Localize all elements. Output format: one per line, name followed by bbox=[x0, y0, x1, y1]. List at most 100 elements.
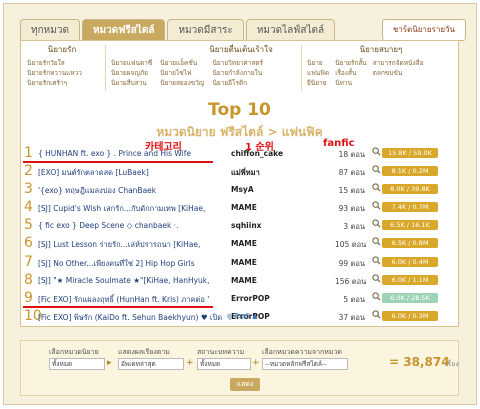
category-link[interactable]: สามารถจัดหนังสือ bbox=[373, 58, 424, 68]
list-item: 8 [SJ] "★ Miracle Soulmate ★"[KiHae, Han… bbox=[21, 271, 458, 289]
category-select[interactable]: ทั้งหมด bbox=[49, 358, 105, 370]
filter-label-category: เลือกหมวดนิยาย bbox=[49, 348, 99, 356]
category-link[interactable]: นิยายรักเศร้าๆ bbox=[27, 78, 97, 88]
magnifier-icon[interactable] bbox=[372, 274, 381, 283]
annotation-rank: 1 순위 bbox=[245, 142, 274, 153]
category-link[interactable]: นิยายแฟนตาซี bbox=[111, 58, 152, 68]
tab-freestyle[interactable]: หมวดฟรีสไตล์ bbox=[81, 19, 166, 41]
rank-number: 8 bbox=[24, 271, 33, 288]
rank-number: 3 bbox=[24, 181, 33, 198]
sort-select[interactable]: อัพเดทล่าสุด bbox=[118, 358, 184, 370]
story-title-link[interactable]: { fic exo } Deep Scene ◇ chanbaek ·. bbox=[38, 221, 228, 230]
list-item: 2 [EXO] มนต์รักตลาดสด [LuBaek] แม่พี่หมา… bbox=[21, 162, 458, 180]
plus-icon: + bbox=[186, 358, 194, 368]
author-name[interactable]: MAME bbox=[231, 258, 257, 267]
story-title-link[interactable]: [SJ] "★ Miracle Soulmate ★"[KiHae, HanHy… bbox=[38, 276, 228, 285]
magnifier-icon[interactable] bbox=[372, 183, 381, 192]
author-name[interactable]: แม่พี่หมา bbox=[231, 167, 260, 179]
magnifier-icon[interactable] bbox=[372, 165, 381, 174]
magnifier-icon[interactable] bbox=[372, 147, 381, 156]
top10-subtitle: หมวดนิยาย ฟรีสไตล์ > แฟนฟิค bbox=[156, 125, 323, 139]
magnifier-icon[interactable] bbox=[372, 255, 381, 265]
author-name[interactable]: MsyA bbox=[231, 185, 254, 194]
magnifier-icon[interactable] bbox=[372, 237, 381, 247]
list-item: 7 [SJ] No Other...เพียงคนที่ใช่ 2] Hip H… bbox=[21, 253, 458, 271]
category-link[interactable]: นิยายสืบสวน bbox=[111, 78, 152, 88]
magnifier-icon[interactable] bbox=[372, 219, 381, 228]
tab-all[interactable]: ทุกหมวด bbox=[20, 19, 80, 41]
list-item: 9 [Fic EXO] รักแผลงฤทธิ์ (HunHan ft. Kri… bbox=[21, 289, 458, 307]
view-top5-link[interactable]: ดู Top5 ▲ bbox=[227, 311, 258, 322]
rank-number: 4 bbox=[24, 199, 33, 216]
episode-count: 3 ตอน bbox=[343, 222, 365, 232]
result-unit: เรื่อง bbox=[445, 360, 459, 368]
category-link[interactable]: นิยายรักสั้น bbox=[335, 58, 367, 68]
category-link[interactable]: นิยายกำลังภายใน bbox=[212, 68, 263, 78]
category-link[interactable]: นิยายผจญภัย bbox=[111, 68, 152, 78]
episode-count: 5 ตอน bbox=[343, 294, 365, 304]
story-title-link[interactable]: [Fic EXO] พิษรัก (KaiDo ft. Sehun Baekhy… bbox=[38, 312, 228, 324]
category-head[interactable]: นิยายรัก bbox=[27, 43, 97, 56]
category-link[interactable]: ตลกขบขัน bbox=[373, 68, 424, 78]
category-head[interactable]: นิยายสบายๆ bbox=[307, 43, 455, 56]
author-name[interactable]: MAME bbox=[231, 276, 257, 285]
category-tabs: ทุกหมวด หมวดฟรีสไตล์ หมวดมีสาระ หมวดไลฟ์… bbox=[20, 19, 337, 41]
filter-label-subcategory: เลือกหมวดความจากหมวด bbox=[262, 348, 342, 356]
author-name[interactable]: MAME bbox=[231, 203, 257, 212]
tab-informative[interactable]: หมวดมีสาระ bbox=[167, 19, 244, 41]
stats-badge: 6.0K / 1.1M bbox=[382, 274, 438, 285]
category-link[interactable]: ยีนิยาย bbox=[307, 78, 329, 88]
highlight-underline bbox=[23, 161, 213, 163]
story-title-link[interactable]: { HUNHAN ft. exo } . Prince and His Wife bbox=[38, 149, 228, 158]
story-title-link[interactable]: [SJ] No Other...เพียงคนที่ใช่ 2] Hip Hop… bbox=[38, 258, 228, 270]
category-casual: นิยายสบายๆ นิยาย แฟนฟิค ยีนิยาย นิยายรัก… bbox=[307, 43, 455, 88]
category-link[interactable]: นิยาย bbox=[307, 58, 329, 68]
daily-chart-button[interactable]: ชาร์ตนิยายรายวัน bbox=[381, 19, 466, 41]
filter-label-sort: แสดงผลเรียงตาม bbox=[118, 348, 170, 356]
rank-number: 1 bbox=[24, 145, 33, 161]
category-link[interactable]: นิยายรักวัยใส bbox=[27, 58, 97, 68]
status-select[interactable]: ทั้งหมด bbox=[197, 358, 251, 370]
category-link[interactable]: นิยายแอ็คชั่น bbox=[160, 58, 204, 68]
story-title-link[interactable]: [EXO] มนต์รักตลาดสด [LuBaek] bbox=[38, 167, 228, 179]
subcategory-select[interactable]: --หมวดหลักฟรีสไตล์-- bbox=[262, 358, 348, 370]
story-title-link[interactable]: [SJ] Lust Lesson ร่ายรัก...เล่ห์ปรารถนา … bbox=[38, 239, 228, 251]
stats-badge: 7.4K / 0.7M bbox=[382, 202, 438, 213]
rank-number: 7 bbox=[24, 253, 33, 270]
plus-icon: + bbox=[252, 358, 260, 368]
stats-badge: 8.1K / 0.2M bbox=[382, 166, 438, 177]
category-link[interactable]: นิทาน bbox=[335, 78, 367, 88]
category-link[interactable]: นิยายวิทยาศาสตร์ bbox=[212, 58, 263, 68]
episode-count: 87 ตอน bbox=[338, 168, 365, 178]
list-item: 4 [SJ] Cupid's Wish เสกรัก...กับดักกามเท… bbox=[21, 198, 458, 216]
list-item: 5 { fic exo } Deep Scene ◇ chanbaek ·. s… bbox=[21, 216, 458, 234]
magnifier-icon[interactable] bbox=[372, 310, 381, 319]
top10-panel: Top 10 หมวดนิยาย ฟรีสไตล์ > แฟนฟิค 1 { H… bbox=[20, 94, 459, 327]
category-link[interactable]: แฟนฟิค bbox=[307, 68, 329, 78]
magnifier-icon[interactable] bbox=[372, 292, 381, 301]
story-title-link[interactable]: '{exo} ทฤษฎีแมลงปอง ChanBaek bbox=[38, 185, 228, 197]
list-item: 3 '{exo} ทฤษฎีแมลงปอง ChanBaek MsyA 15 ต… bbox=[21, 180, 458, 198]
stats-badge: 8.0K / 39.8K bbox=[382, 184, 438, 195]
stats-badge: 6.5K / 0.8M bbox=[382, 238, 438, 249]
top10-list: 1 { HUNHAN ft. exo } . Prince and His Wi… bbox=[21, 144, 458, 325]
tab-lifestyle[interactable]: หมวดไลฟ์สไตล์ bbox=[245, 19, 336, 41]
author-name[interactable]: sqhiinx bbox=[231, 221, 262, 230]
story-title-link[interactable]: [SJ] Cupid's Wish เสกรัก...กับดักกามเทพ … bbox=[38, 203, 228, 215]
category-link[interactable]: นิยายรักหวานแหวว bbox=[27, 68, 97, 78]
category-link[interactable]: นิยายไซไฟ bbox=[160, 68, 204, 78]
episode-count: 93 ตอน bbox=[338, 204, 365, 214]
show-button[interactable]: แสดง bbox=[230, 378, 260, 391]
rank-number: 6 bbox=[24, 235, 33, 252]
category-link[interactable]: เรื่องสั้น bbox=[335, 68, 367, 78]
author-name[interactable]: ErrorPOP bbox=[231, 294, 270, 303]
author-name[interactable]: MAME bbox=[231, 239, 257, 248]
filter-bar: เลือกหมวดนิยาย แสดงผลเรียงตาม สถานะบทควา… bbox=[20, 340, 459, 396]
category-link[interactable]: นิยายอีโรติก bbox=[212, 78, 263, 88]
list-item: 1 { HUNHAN ft. exo } . Prince and His Wi… bbox=[21, 144, 458, 162]
category-panel: นิยายรัก นิยายรักวัยใส นิยายรักหวานแหวว … bbox=[20, 40, 459, 96]
rank-number: 5 bbox=[24, 217, 33, 234]
magnifier-icon[interactable] bbox=[372, 201, 381, 210]
category-link[interactable]: นิยายสยองขวัญ bbox=[160, 78, 204, 88]
story-title-link[interactable]: [Fic EXO] รักแผลงฤทธิ์ (HunHan ft. Kris)… bbox=[38, 294, 228, 306]
